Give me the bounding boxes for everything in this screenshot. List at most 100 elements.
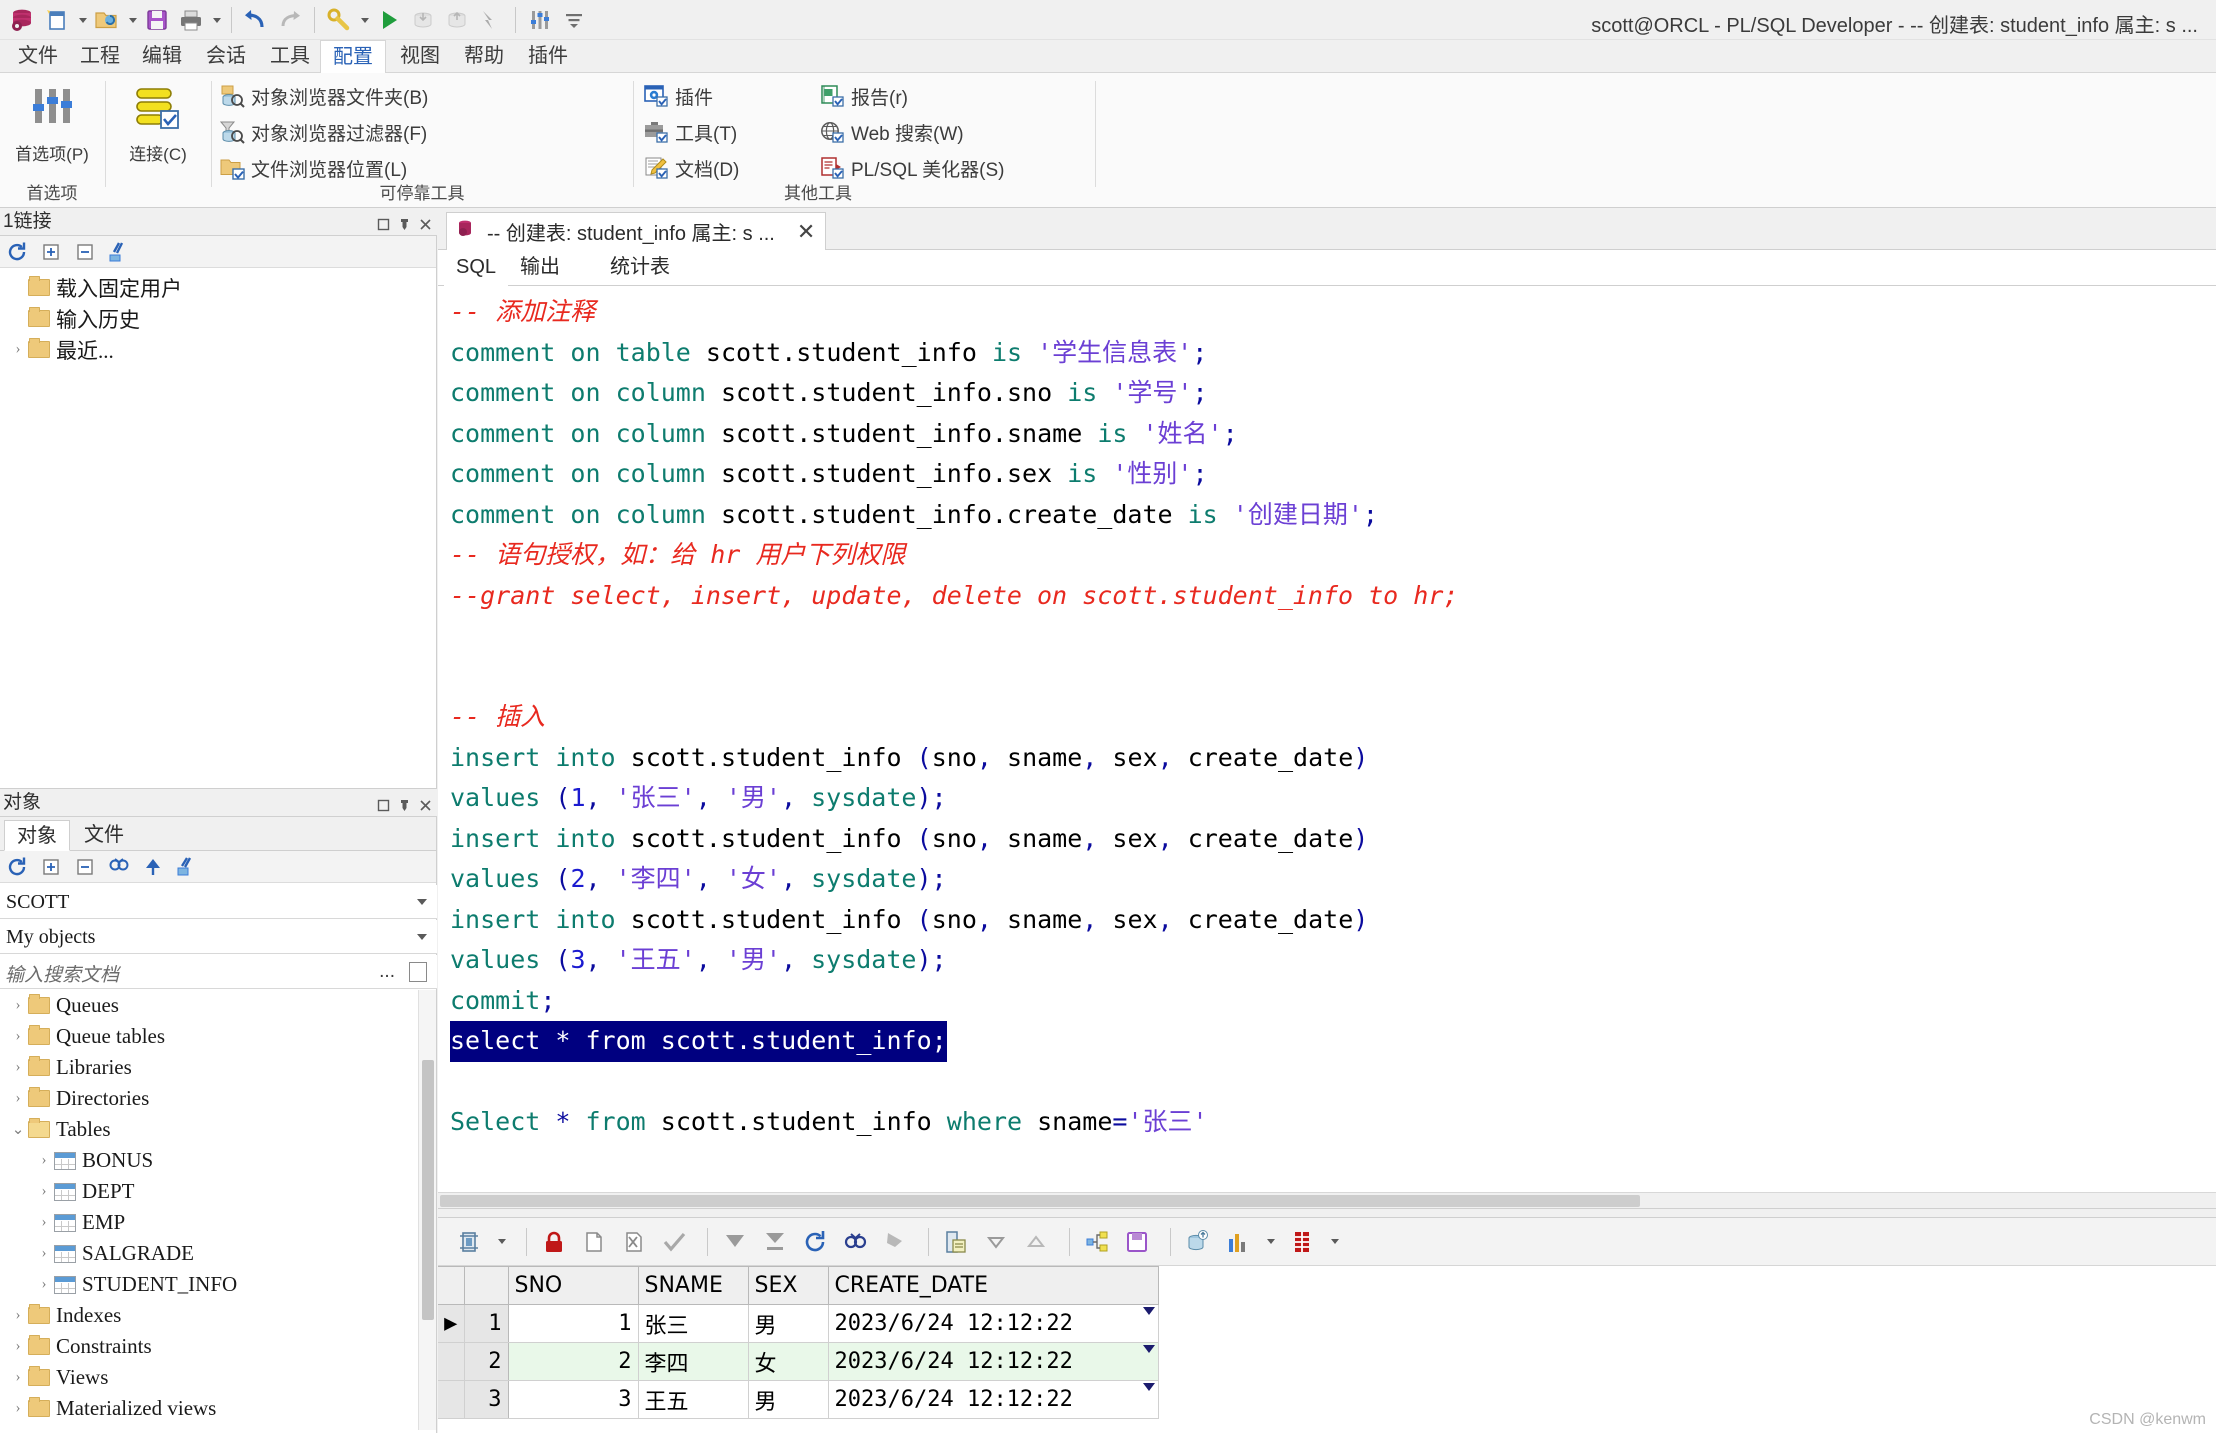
tree-item[interactable]: ⌄Tables [0, 1114, 436, 1145]
code-line[interactable]: insert into scott.student_info (sno, sna… [450, 900, 2216, 941]
tab-objects[interactable]: 对象 [4, 820, 70, 851]
chevron-right-icon[interactable]: › [34, 1276, 54, 1293]
code-line[interactable]: select * from scott.student_info; [450, 1021, 2216, 1062]
scope-select[interactable]: My objects [0, 920, 437, 954]
explain-plan-dropdown-icon[interactable] [356, 3, 372, 37]
post-changes-icon[interactable] [657, 1225, 691, 1259]
reports-button[interactable]: 报告(r) [820, 81, 908, 111]
pin-icon[interactable] [397, 794, 412, 809]
search-page-icon[interactable] [409, 962, 427, 982]
last-record-icon[interactable] [758, 1225, 792, 1259]
code-line[interactable]: insert into scott.student_info (sno, sna… [450, 738, 2216, 779]
code-line[interactable]: comment on column scott.student_info.cre… [450, 495, 2216, 536]
chevron-right-icon[interactable]: › [34, 1245, 54, 1262]
tab-statistics[interactable]: 统计表 [598, 250, 682, 286]
code-line[interactable]: comment on table scott.student_info is '… [450, 333, 2216, 374]
refresh-icon[interactable] [798, 1225, 832, 1259]
menu-item-edit[interactable]: 编辑 [130, 40, 194, 73]
tree-item[interactable]: ›Indexes [0, 1300, 436, 1331]
code-line[interactable] [450, 1062, 2216, 1103]
grid-mode-dropdown-icon[interactable] [492, 1225, 510, 1259]
menu-item-file[interactable]: 文件 [6, 40, 70, 73]
tree-item[interactable]: ›Libraries [0, 1052, 436, 1083]
code-line[interactable]: -- 添加注释 [450, 292, 2216, 333]
cell-sex[interactable]: 男 [748, 1381, 828, 1419]
print-dropdown-icon[interactable] [208, 3, 224, 37]
scrollbar-thumb[interactable] [422, 1060, 434, 1320]
close-icon[interactable]: ✕ [797, 219, 815, 245]
cell-dropdown-icon[interactable] [1143, 1345, 1155, 1353]
menu-item-session[interactable]: 会话 [194, 40, 258, 73]
filter-up-icon[interactable] [142, 856, 164, 878]
expand-all-icon[interactable] [40, 856, 62, 878]
cell-sname[interactable]: 王五 [638, 1381, 748, 1419]
chevron-right-icon[interactable]: › [8, 341, 28, 358]
chart-icon[interactable] [1221, 1225, 1255, 1259]
browser-folder-icon[interactable] [176, 856, 198, 878]
tab-sql[interactable]: SQL [444, 250, 508, 286]
collapse-all-icon[interactable] [74, 856, 96, 878]
preferences-button[interactable]: 首选项(P) [0, 83, 104, 165]
find-icon[interactable] [108, 856, 130, 878]
tools-button[interactable]: 工具(T) [644, 117, 737, 147]
code-line[interactable] [450, 657, 2216, 698]
code-line[interactable]: values (2, '李四', '女', sysdate); [450, 859, 2216, 900]
code-line[interactable]: comment on column scott.student_info.sna… [450, 414, 2216, 455]
code-line[interactable]: -- 插入 [450, 697, 2216, 738]
chevron-right-icon[interactable]: › [8, 1028, 28, 1045]
browser-filter-button[interactable]: 对象浏览器过滤器(F) [220, 117, 427, 147]
cell-sno[interactable]: 2 [508, 1343, 638, 1381]
report-grid-icon[interactable] [1285, 1225, 1319, 1259]
chevron-right-icon[interactable]: › [8, 1400, 28, 1417]
database-icon[interactable] [6, 3, 40, 37]
commit-icon[interactable] [406, 3, 440, 37]
tree-item[interactable]: 输入历史 [0, 303, 436, 334]
lock-icon[interactable] [537, 1225, 571, 1259]
share-icon[interactable] [1080, 1225, 1114, 1259]
cell-sno[interactable]: 1 [508, 1305, 638, 1343]
new-connection-icon[interactable] [108, 241, 130, 263]
export-icon[interactable] [1120, 1225, 1154, 1259]
menu-item-config[interactable]: 配置 [320, 40, 386, 74]
code-line[interactable]: values (1, '张三', '男', sysdate); [450, 778, 2216, 819]
tree-item[interactable]: ›最近... [0, 334, 436, 365]
code-line[interactable] [450, 616, 2216, 657]
collapse-all-icon[interactable] [74, 241, 96, 263]
browser-folders-button[interactable]: 对象浏览器文件夹(B) [220, 81, 428, 111]
cell-sname[interactable]: 张三 [638, 1305, 748, 1343]
new-document-icon[interactable] [40, 3, 74, 37]
plugins-button[interactable]: 插件 [644, 81, 713, 111]
tree-item[interactable]: ›EMP [0, 1207, 436, 1238]
cell-sname[interactable]: 李四 [638, 1343, 748, 1381]
code-line[interactable]: -- 语句授权，如：给 hr 用户下列权限 [450, 535, 2216, 576]
tree-item[interactable]: ›Directories [0, 1083, 436, 1114]
sort-desc-icon[interactable] [979, 1225, 1013, 1259]
code-line[interactable]: values (3, '王五', '男', sysdate); [450, 940, 2216, 981]
pin-icon[interactable] [397, 213, 412, 228]
document-tab[interactable]: -- 创建表: student_info 属主: s ... ✕ [446, 212, 826, 250]
column-header-create_date[interactable]: CREATE_DATE [828, 1267, 1158, 1305]
chevron-right-icon[interactable]: › [34, 1183, 54, 1200]
tree-item[interactable]: ›SALGRADE [0, 1238, 436, 1269]
maximize-icon[interactable] [376, 794, 391, 809]
session-icon[interactable] [523, 3, 557, 37]
column-header-sex[interactable]: SEX [748, 1267, 828, 1305]
search-options-icon[interactable]: ... [379, 961, 395, 983]
cell-create-date[interactable]: 2023/6/24 12:12:22 [828, 1381, 1158, 1419]
chevron-right-icon[interactable]: › [8, 1090, 28, 1107]
editor-results-splitter[interactable] [438, 1208, 2216, 1218]
close-icon[interactable] [418, 794, 433, 809]
tab-files[interactable]: 文件 [72, 820, 136, 851]
expand-all-icon[interactable] [40, 241, 62, 263]
copy-to-db-icon[interactable] [1181, 1225, 1215, 1259]
close-icon[interactable] [418, 213, 433, 228]
table-row[interactable]: ▶11张三男2023/6/24 12:12:22 [438, 1305, 1158, 1343]
explain-plan-icon[interactable] [322, 3, 356, 37]
chevron-right-icon[interactable]: › [8, 1059, 28, 1076]
maximize-icon[interactable] [376, 213, 391, 228]
code-line[interactable]: comment on column scott.student_info.sno… [450, 373, 2216, 414]
rollback-icon[interactable] [440, 3, 474, 37]
results-grid[interactable]: SNOSNAMESEXCREATE_DATE ▶11张三男2023/6/24 1… [438, 1266, 1159, 1419]
tree-item[interactable]: 载入固定用户 [0, 272, 436, 303]
open-folder-dropdown-icon[interactable] [124, 3, 140, 37]
